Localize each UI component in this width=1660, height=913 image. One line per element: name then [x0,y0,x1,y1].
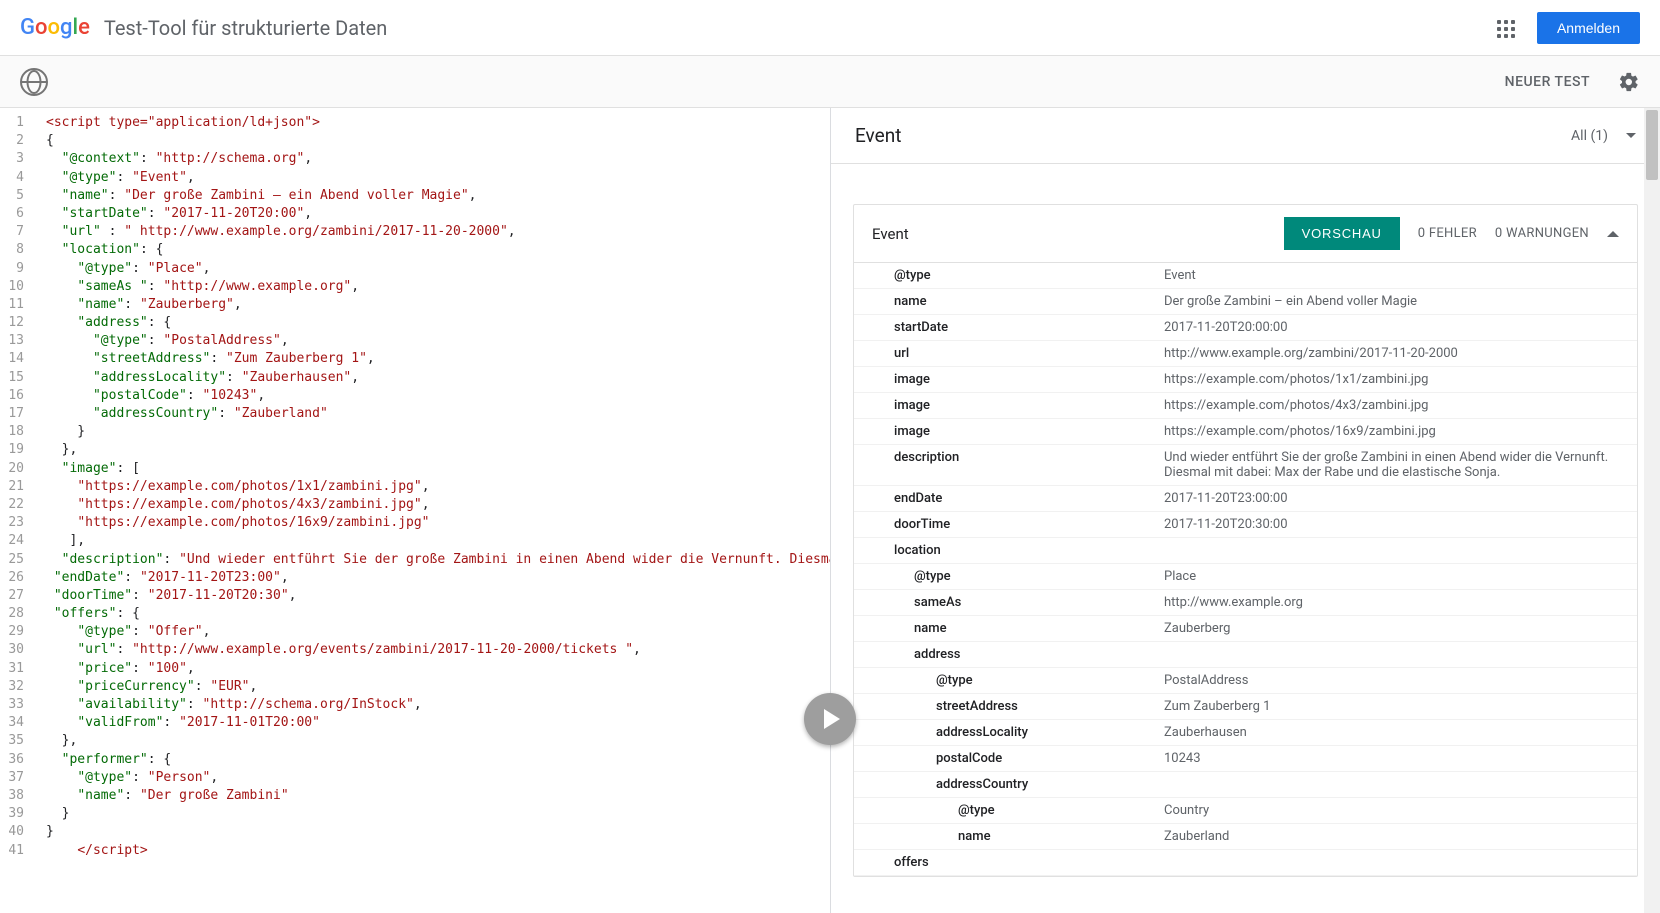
settings-gear-icon[interactable] [1618,71,1640,93]
property-value: 2017-11-20T23:00:00 [1154,486,1637,511]
property-row[interactable]: startDate2017-11-20T20:00:00 [854,315,1637,341]
property-row[interactable]: sameAshttp://www.example.org [854,590,1637,616]
property-row[interactable]: @typeEvent [854,263,1637,289]
property-value: Zum Zauberberg 1 [1154,694,1637,719]
property-key: description [854,445,1154,485]
collapse-chevron-icon[interactable] [1607,231,1619,237]
property-value [1154,538,1637,563]
property-value [1154,642,1637,667]
property-key: addressCountry [854,772,1154,797]
property-key: @type [854,798,1154,823]
property-row[interactable]: offers [854,850,1637,876]
property-row[interactable]: imagehttps://example.com/photos/1x1/zamb… [854,367,1637,393]
property-list: @typeEventnameDer große Zambini – ein Ab… [854,263,1637,876]
property-value: https://example.com/photos/4x3/zambini.j… [1154,393,1637,418]
property-row[interactable]: addressCountry [854,772,1637,798]
property-key: sameAs [854,590,1154,615]
property-row[interactable]: nameDer große Zambini – ein Abend voller… [854,289,1637,315]
toolbar: NEUER TEST [0,56,1660,108]
property-row[interactable]: address [854,642,1637,668]
results-panel: Event All (1) Event VORSCHAU 0 FEHLER 0 … [830,108,1660,913]
property-row[interactable]: imagehttps://example.com/photos/16x9/zam… [854,419,1637,445]
property-row[interactable]: postalCode10243 [854,746,1637,772]
property-value: Event [1154,263,1637,288]
property-key: name [854,824,1154,849]
property-key: offers [854,850,1154,875]
property-row[interactable]: doorTime2017-11-20T20:30:00 [854,512,1637,538]
results-title: Event [855,124,1571,147]
property-key: image [854,367,1154,392]
signin-button[interactable]: Anmelden [1537,12,1640,44]
property-row[interactable]: endDate2017-11-20T23:00:00 [854,486,1637,512]
card-header[interactable]: Event VORSCHAU 0 FEHLER 0 WARNUNGEN [854,205,1637,263]
results-header: Event All (1) [831,108,1660,164]
results-filter-dropdown[interactable]: All (1) [1571,128,1636,144]
property-value [1154,850,1637,875]
app-header: Google Test-Tool für strukturierte Daten… [0,0,1660,56]
property-row[interactable]: @typeCountry [854,798,1637,824]
property-key: endDate [854,486,1154,511]
property-value: https://example.com/photos/16x9/zambini.… [1154,419,1637,444]
property-key: location [854,538,1154,563]
apps-grid-icon[interactable] [1493,16,1517,40]
property-key: @type [854,263,1154,288]
property-value: http://www.example.org/zambini/2017-11-2… [1154,341,1637,366]
property-value [1154,772,1637,797]
scrollbar-thumb[interactable] [1646,110,1658,180]
property-key: @type [854,564,1154,589]
result-card: Event VORSCHAU 0 FEHLER 0 WARNUNGEN @typ… [853,204,1638,877]
page-scrollbar[interactable] [1644,108,1660,913]
property-key: image [854,419,1154,444]
filter-label: All (1) [1571,128,1608,144]
property-value: Und wieder entführt Sie der große Zambin… [1154,445,1637,485]
property-row[interactable]: nameZauberland [854,824,1637,850]
property-value: Zauberhausen [1154,720,1637,745]
code-editor[interactable]: 1234567891011121314151617181920212223242… [0,108,830,913]
google-logo[interactable]: Google [20,15,90,40]
property-row[interactable]: @typePostalAddress [854,668,1637,694]
globe-icon[interactable] [20,68,48,96]
property-value: Country [1154,798,1637,823]
property-key: image [854,393,1154,418]
property-key: doorTime [854,512,1154,537]
property-value: Der große Zambini – ein Abend voller Mag… [1154,289,1637,314]
property-key: @type [854,668,1154,693]
card-title: Event [872,225,1266,243]
warning-count: 0 WARNUNGEN [1495,226,1589,241]
error-count: 0 FEHLER [1418,226,1477,241]
property-value: https://example.com/photos/1x1/zambini.j… [1154,367,1637,392]
property-key: url [854,341,1154,366]
main-split: 1234567891011121314151617181920212223242… [0,108,1660,913]
property-row[interactable]: location [854,538,1637,564]
property-row[interactable]: addressLocalityZauberhausen [854,720,1637,746]
property-row[interactable]: nameZauberberg [854,616,1637,642]
property-key: name [854,616,1154,641]
property-value: Zauberberg [1154,616,1637,641]
property-key: streetAddress [854,694,1154,719]
app-title: Test-Tool für strukturierte Daten [104,16,387,40]
chevron-down-icon [1626,133,1636,138]
property-value: 2017-11-20T20:00:00 [1154,315,1637,340]
property-value: Place [1154,564,1637,589]
code-content[interactable]: <script type="application/ld+json">{ "@c… [38,108,830,913]
property-value: PostalAddress [1154,668,1637,693]
property-key: name [854,289,1154,314]
preview-button[interactable]: VORSCHAU [1284,217,1400,250]
property-key: startDate [854,315,1154,340]
property-value: 10243 [1154,746,1637,771]
property-row[interactable]: streetAddressZum Zauberberg 1 [854,694,1637,720]
property-key: address [854,642,1154,667]
property-value: Zauberland [1154,824,1637,849]
line-number-gutter: 1234567891011121314151617181920212223242… [0,108,38,913]
property-value: 2017-11-20T20:30:00 [1154,512,1637,537]
property-value: http://www.example.org [1154,590,1637,615]
run-test-button[interactable] [804,693,856,745]
property-row[interactable]: imagehttps://example.com/photos/4x3/zamb… [854,393,1637,419]
property-key: addressLocality [854,720,1154,745]
new-test-button[interactable]: NEUER TEST [1505,74,1590,90]
property-row[interactable]: descriptionUnd wieder entführt Sie der g… [854,445,1637,486]
property-row[interactable]: @typePlace [854,564,1637,590]
property-row[interactable]: urlhttp://www.example.org/zambini/2017-1… [854,341,1637,367]
property-key: postalCode [854,746,1154,771]
